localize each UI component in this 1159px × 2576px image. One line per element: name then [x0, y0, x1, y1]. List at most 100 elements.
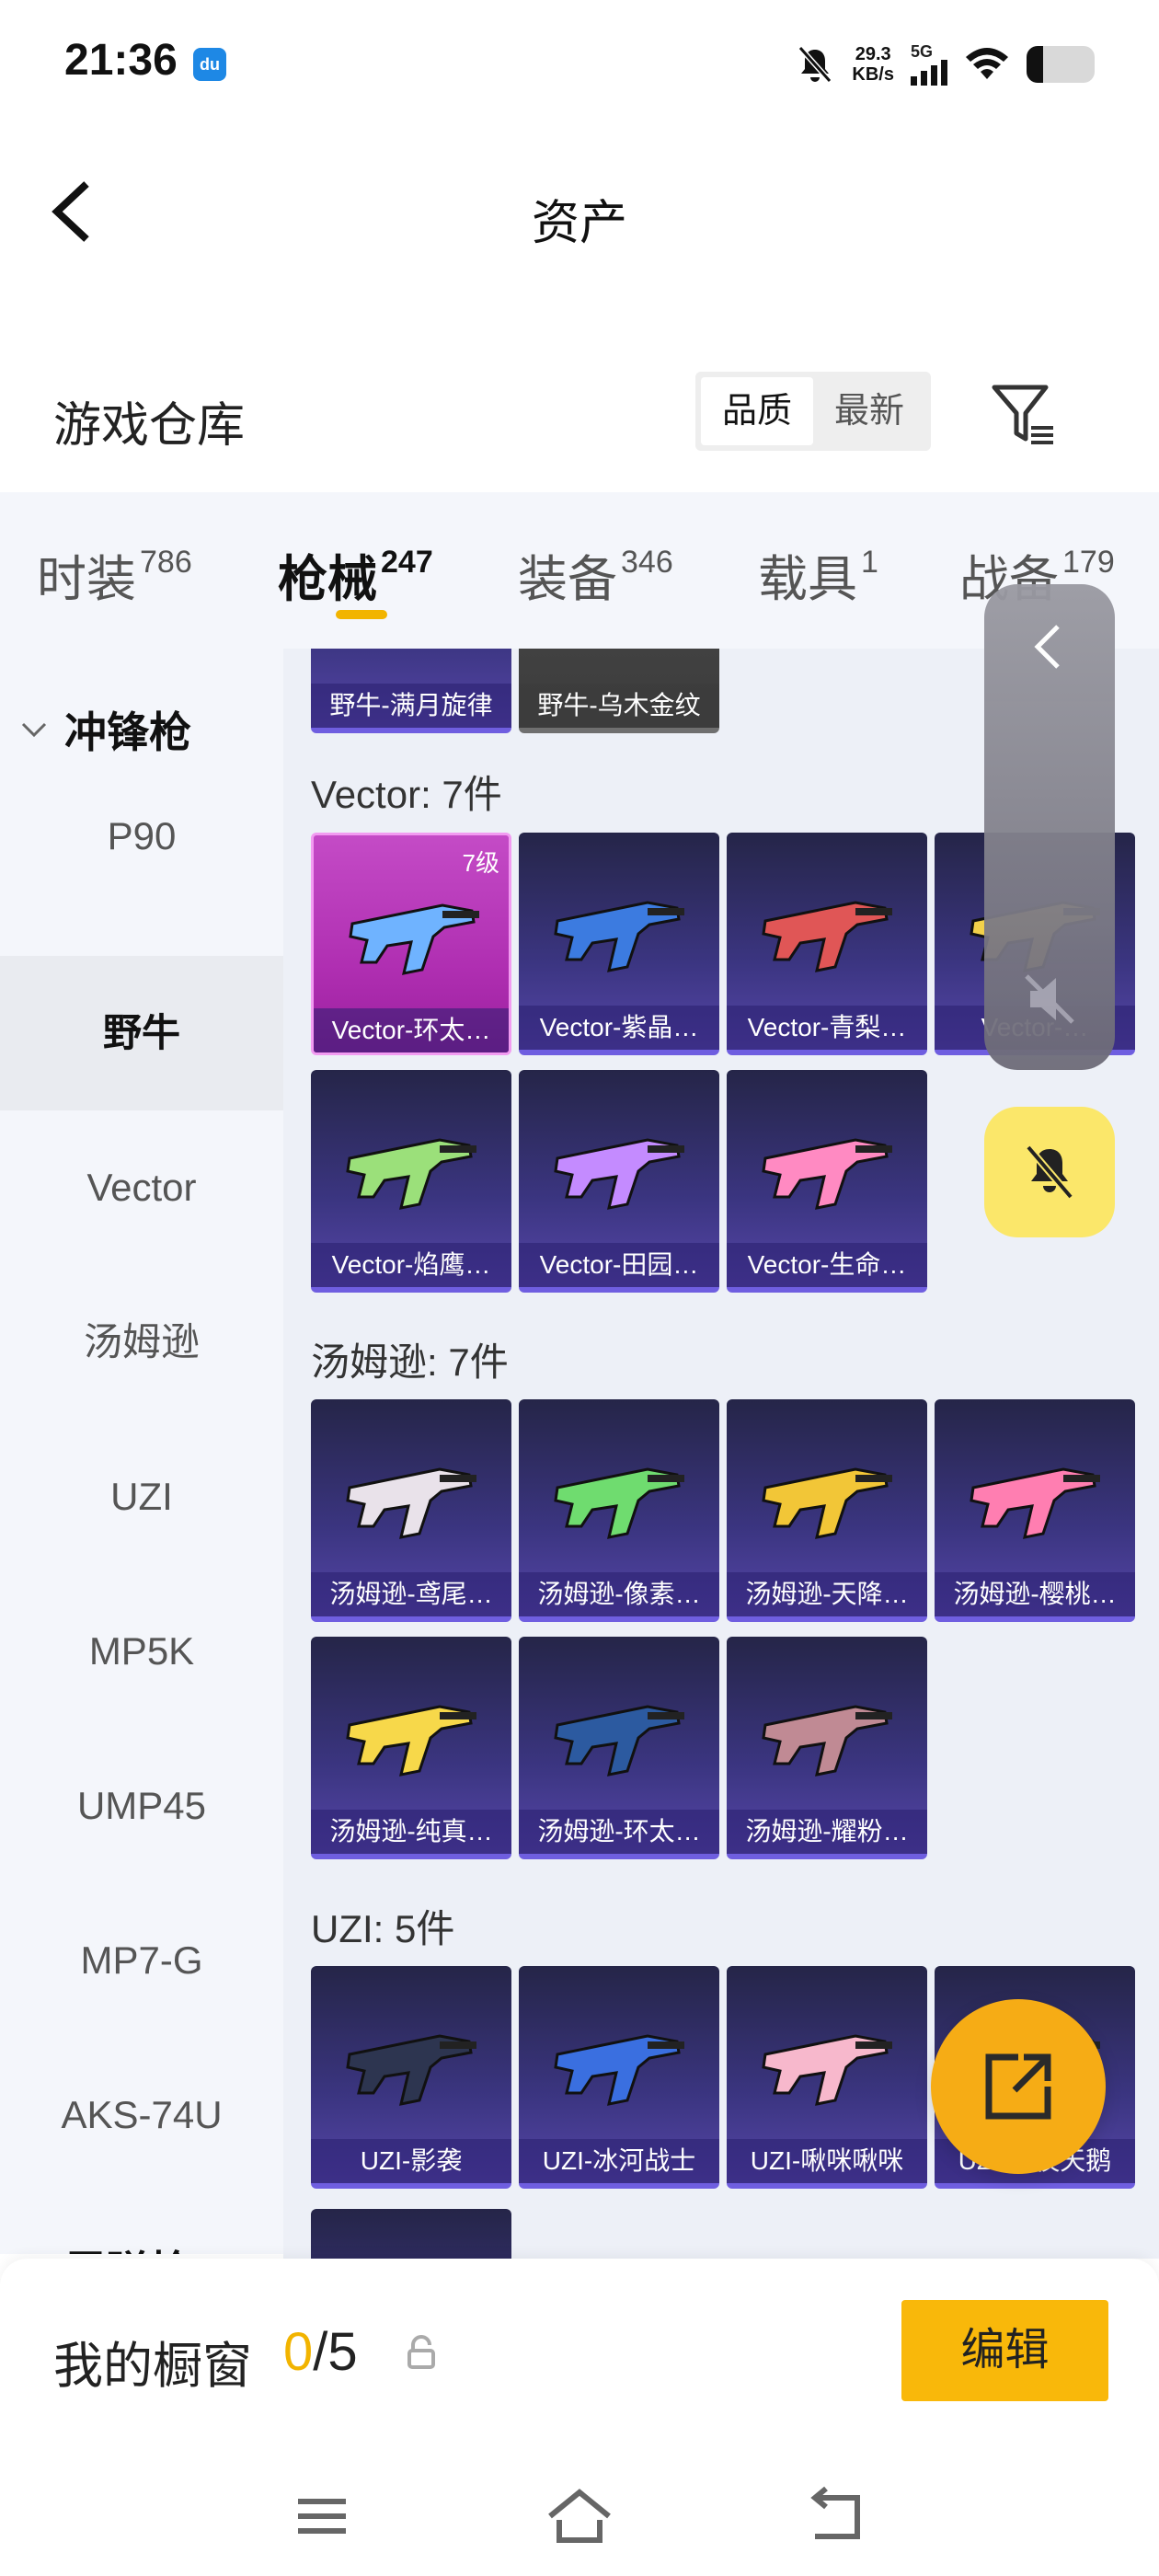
sidebar-item-bison[interactable]: 野牛 — [0, 956, 283, 1110]
weapon-skin-image — [554, 1138, 684, 1210]
status-bar: 21:36 du 29.3 KB/s 5G — [0, 0, 1159, 120]
sidebar-item-mp7g[interactable]: MP7-G — [0, 1883, 283, 2038]
sidebar-item-vector[interactable]: Vector — [0, 1110, 283, 1265]
bell-muted-icon — [798, 46, 832, 83]
battery-icon — [1027, 46, 1095, 83]
filter-icon[interactable] — [989, 382, 1057, 450]
tab-vehicles[interactable]: 载具 1 — [758, 538, 878, 611]
skin-name: 汤姆逊-纯真… — [311, 1810, 511, 1854]
skin-card[interactable]: UZI-影袭 — [311, 1966, 511, 2189]
skin-name: Vector-焰鹰… — [311, 1243, 511, 1287]
weapon-skin-image — [762, 1467, 892, 1539]
skin-name: Vector-田园… — [519, 1243, 719, 1287]
mute-icon[interactable] — [1021, 971, 1078, 1028]
status-time: 21:36 — [64, 36, 178, 85]
weapon-skin-image — [346, 1138, 476, 1210]
skin-name: 汤姆逊-鸢尾… — [311, 1572, 511, 1616]
chevron-left-icon[interactable] — [1030, 621, 1067, 673]
skin-card[interactable]: 汤姆逊-鸢尾… — [311, 1399, 511, 1622]
weapon-skin-image — [762, 2034, 892, 2106]
net-speed: 29.3 KB/s — [852, 44, 894, 85]
app-header: 资产 — [0, 120, 1159, 304]
skin-card[interactable]: 野牛-乌木金纹 — [519, 649, 719, 733]
bell-toggle-button[interactable] — [984, 1107, 1115, 1237]
warehouse-header: 游戏仓库 品质 最新 — [0, 350, 1159, 488]
skin-card[interactable]: UZI-啾咪啾咪 — [727, 1966, 927, 2189]
weapon-skin-image — [554, 901, 684, 972]
skin-card[interactable] — [311, 2209, 511, 2259]
skin-name: 汤姆逊-天降… — [727, 1572, 927, 1616]
skin-card[interactable]: 汤姆逊-天降… — [727, 1399, 927, 1622]
skin-name: Vector-青梨… — [727, 1006, 927, 1050]
home-icon[interactable] — [543, 2479, 616, 2553]
tab-fashion[interactable]: 时装 786 — [37, 538, 192, 611]
share-button[interactable] — [931, 1999, 1106, 2174]
skin-name: Vector-环太… — [314, 1008, 509, 1052]
skin-name: 汤姆逊-环太… — [519, 1810, 719, 1854]
skin-card[interactable]: Vector-紫晶… — [519, 833, 719, 1055]
sort-toggle: 品质 最新 — [695, 372, 931, 451]
showcase-count: 0/5 — [283, 2322, 358, 2382]
skin-card[interactable]: 汤姆逊-环太… — [519, 1637, 719, 1859]
skin-name: 汤姆逊-耀粉… — [727, 1810, 927, 1854]
sidebar-item-thompson[interactable]: 汤姆逊 — [0, 1265, 283, 1420]
tab-equipment[interactable]: 装备 346 — [518, 538, 673, 611]
tab-firearms[interactable]: 枪械 247 — [278, 538, 433, 611]
sidebar-item-aks74u[interactable]: AKS-74U — [0, 2038, 283, 2192]
skin-card[interactable]: Vector-生命… — [727, 1070, 927, 1293]
skin-level-badge: 7级 — [462, 849, 499, 877]
sidebar-item-p90[interactable]: P90 — [0, 759, 283, 914]
skin-card[interactable]: 汤姆逊-樱桃… — [935, 1399, 1135, 1622]
group-label-thompson: 汤姆逊: 7件 — [311, 1340, 509, 1384]
skin-name: 汤姆逊-樱桃… — [935, 1572, 1135, 1616]
menu-icon[interactable] — [285, 2479, 359, 2553]
skin-card[interactable]: Vector-焰鹰… — [311, 1070, 511, 1293]
sort-by-newest[interactable]: 最新 — [813, 377, 925, 445]
sidebar-item-ump45[interactable]: UMP45 — [0, 1729, 283, 1883]
edit-button[interactable]: 编辑 — [901, 2300, 1108, 2401]
showcase-title: 我的橱窗 — [53, 2339, 252, 2394]
floating-side-panel[interactable] — [984, 584, 1115, 1070]
weapon-skin-image — [762, 1138, 892, 1210]
weapon-skin-image — [346, 2034, 476, 2106]
cellular-signal: 5G — [911, 43, 947, 86]
sidebar-group-shotgun[interactable]: 霰弹枪 — [64, 2238, 191, 2254]
sidebar-group-smg[interactable]: 冲锋枪 — [20, 699, 191, 760]
weapon-skin-image — [554, 2034, 684, 2106]
weapon-skin-image — [554, 1705, 684, 1777]
sort-by-quality[interactable]: 品质 — [701, 377, 813, 445]
weapon-skin-image — [762, 1705, 892, 1777]
sidebar-item-uzi[interactable]: UZI — [0, 1420, 283, 1574]
share-icon — [985, 2053, 1051, 2120]
wifi-icon — [966, 48, 1008, 79]
skin-card[interactable]: 汤姆逊-耀粉… — [727, 1637, 927, 1859]
skin-card[interactable]: 野牛-满月旋律 — [311, 649, 511, 733]
skin-card[interactable]: Vector-田园… — [519, 1070, 719, 1293]
weapon-skin-image — [762, 901, 892, 972]
weapon-type-sidebar: 冲锋枪 P90 野牛 Vector 汤姆逊 UZI MP5K UMP45 MP7… — [0, 649, 283, 2254]
skin-card[interactable]: UZI-冰河战士 — [519, 1966, 719, 2189]
chevron-down-icon — [21, 722, 47, 738]
skin-card[interactable]: 汤姆逊-像素… — [519, 1399, 719, 1622]
active-tab-indicator — [336, 610, 387, 619]
back-icon[interactable] — [800, 2479, 874, 2553]
skin-card[interactable]: 7级 Vector-环太… — [311, 833, 511, 1055]
skin-card[interactable]: 汤姆逊-纯真… — [311, 1637, 511, 1859]
weapon-skin-image — [349, 903, 479, 975]
skin-name: Vector-生命… — [727, 1243, 927, 1287]
status-icons: 29.3 KB/s 5G — [795, 37, 1095, 92]
weapon-skin-image — [554, 1467, 684, 1539]
weapon-skin-image — [970, 1467, 1100, 1539]
sidebar-item-mp5k[interactable]: MP5K — [0, 1574, 283, 1729]
group-label-uzi: UZI: 5件 — [311, 1907, 455, 1950]
skin-name: 汤姆逊-像素… — [519, 1572, 719, 1616]
warehouse-title: 游戏仓库 — [53, 399, 246, 453]
page-title: 资产 — [531, 197, 627, 250]
skin-card[interactable]: Vector-青梨… — [727, 833, 927, 1055]
lock-icon — [407, 2335, 435, 2369]
skin-name: Vector-紫晶… — [519, 1006, 719, 1050]
bell-muted-icon — [1025, 1144, 1074, 1200]
group-label-vector: Vector: 7件 — [311, 773, 502, 816]
skin-name: UZI-影袭 — [311, 2139, 511, 2183]
skin-name: UZI-啾咪啾咪 — [727, 2139, 927, 2183]
